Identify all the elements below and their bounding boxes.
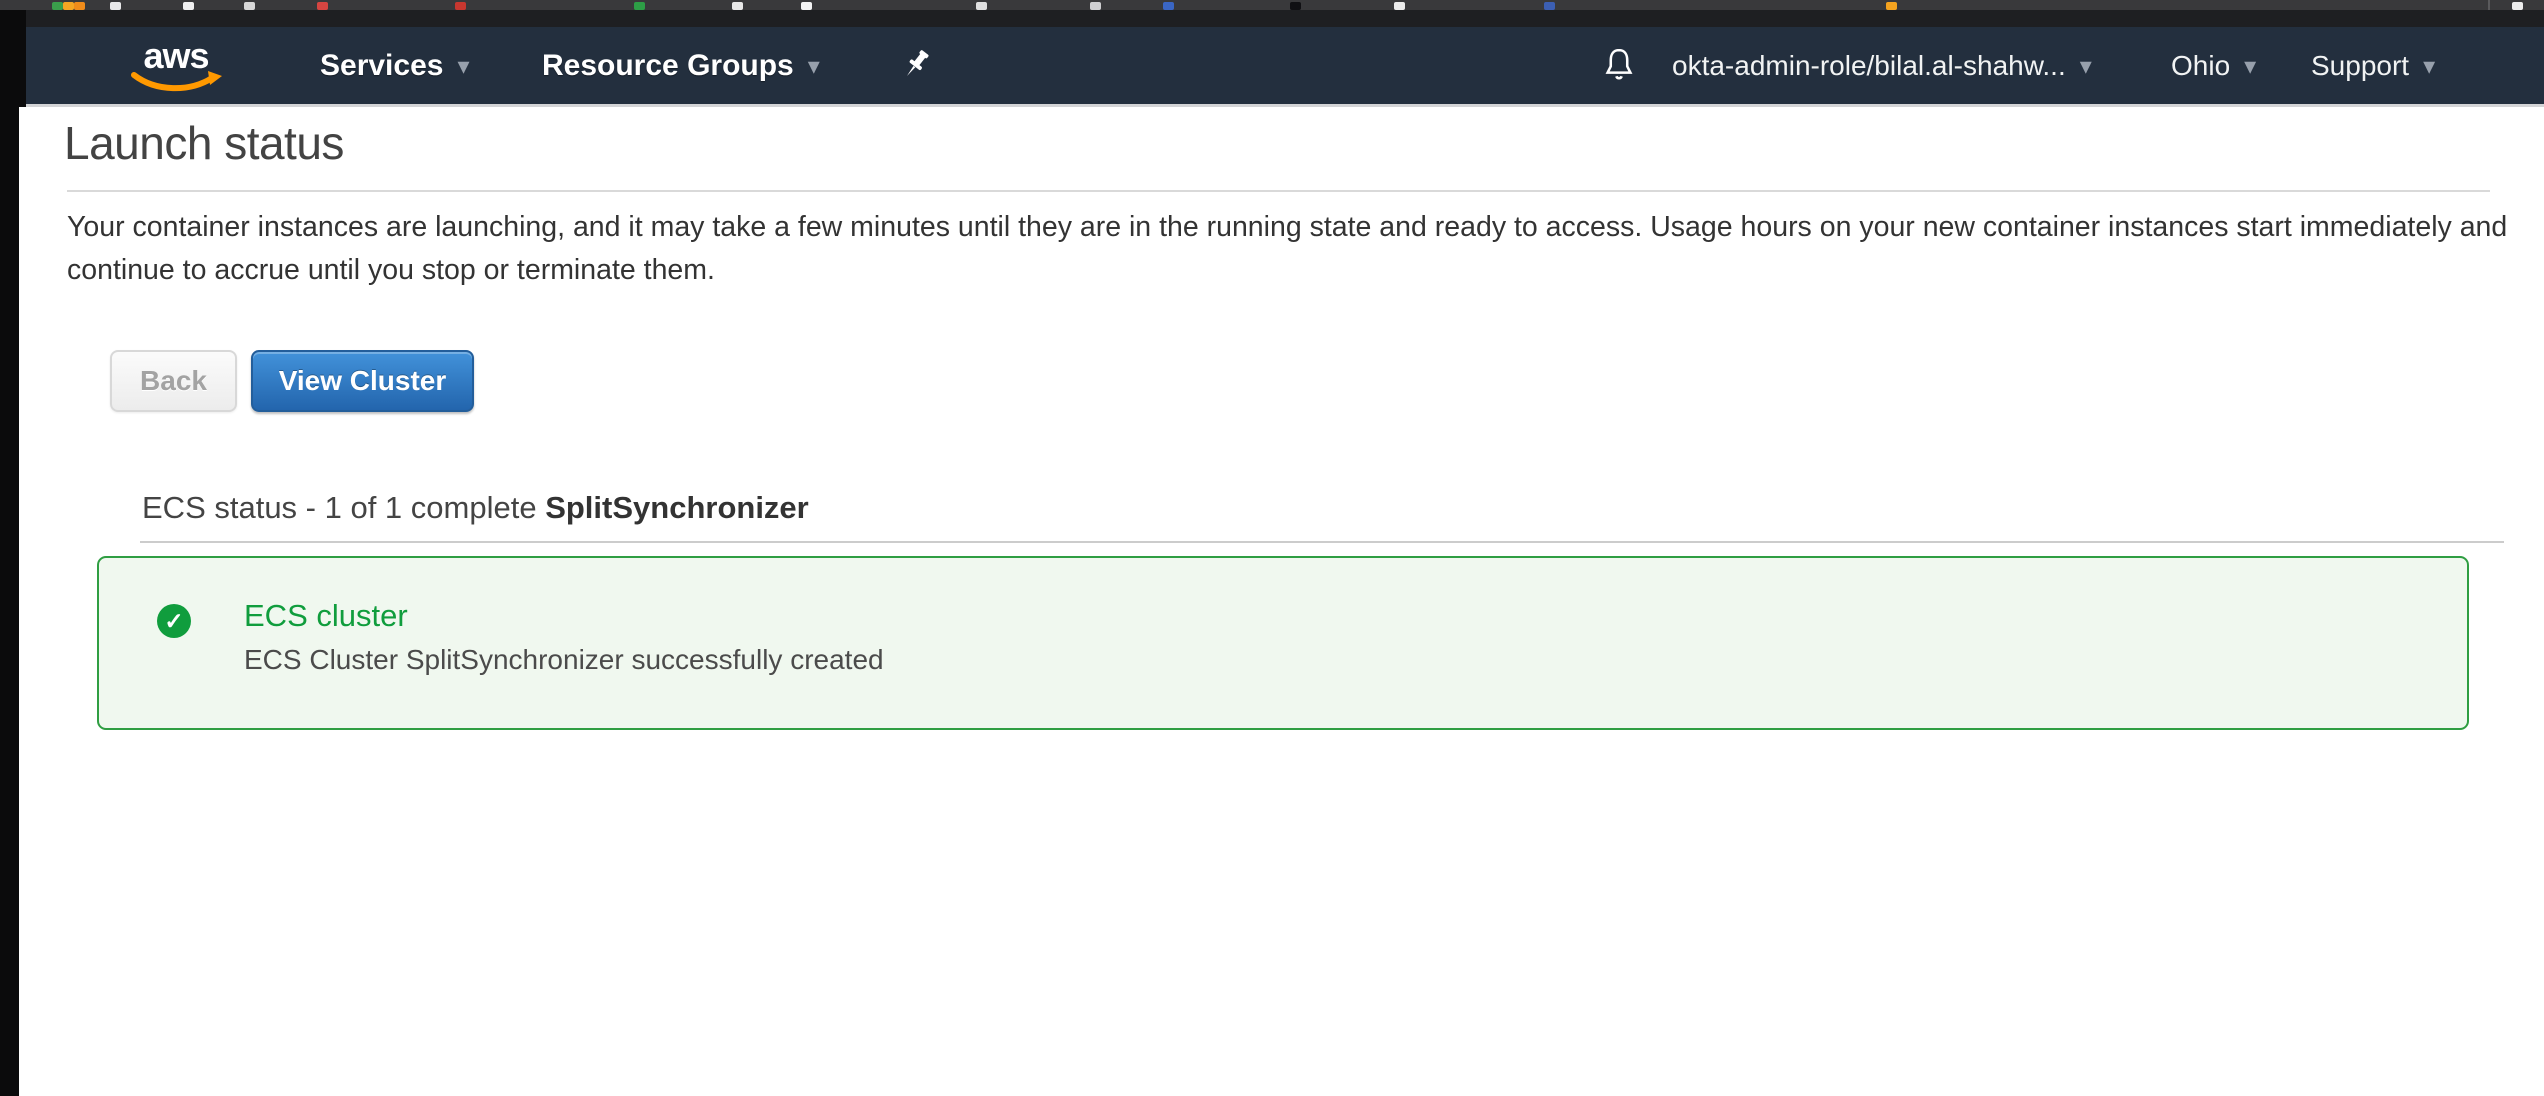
- ecs-cluster-success-panel: ✓ ECS cluster ECS Cluster SplitSynchroni…: [97, 556, 2469, 730]
- browser-bookmarks-strip: [0, 0, 2544, 10]
- caret-down-icon: [2423, 51, 2435, 80]
- favicon-fragment: [317, 2, 328, 10]
- favicon-fragment: [976, 2, 987, 10]
- caret-down-icon: [808, 51, 820, 80]
- desktop-edge: [0, 107, 19, 1096]
- nav-support-label: Support: [2311, 50, 2409, 82]
- ecs-cluster-name: SplitSynchronizer: [545, 490, 809, 525]
- nav-services-label: Services: [320, 49, 443, 83]
- page-title: Launch status: [64, 116, 344, 170]
- nav-services-menu[interactable]: Services: [320, 27, 470, 104]
- notifications-bell-icon[interactable]: [1600, 27, 1638, 104]
- success-panel-message: ECS Cluster SplitSynchronizer successful…: [244, 644, 884, 676]
- caret-down-icon: [2244, 51, 2256, 80]
- favicon-fragment: [1544, 2, 1555, 10]
- caret-down-icon: [2080, 51, 2092, 80]
- ecs-status-prefix: ECS status - 1 of 1 complete: [142, 490, 545, 525]
- favicon-fragment: [183, 2, 194, 10]
- aws-logo[interactable]: aws: [128, 39, 224, 101]
- favicon-fragment: [74, 2, 85, 10]
- nav-support-menu[interactable]: Support: [2311, 27, 2435, 104]
- favicon-fragment: [110, 2, 121, 10]
- desktop-edge: [0, 10, 26, 107]
- launch-status-description: Your container instances are launching, …: [67, 206, 2533, 292]
- browser-tab-band: [0, 10, 2544, 27]
- pushpin-icon[interactable]: [900, 27, 934, 104]
- favicon-fragment: [1886, 2, 1897, 10]
- nav-account-label: okta-admin-role/bilal.al-shahw...: [1672, 50, 2066, 82]
- bookmarks-divider: [2488, 0, 2490, 10]
- favicon-fragment: [63, 2, 74, 10]
- favicon-fragment: [2512, 2, 2523, 10]
- caret-down-icon: [457, 51, 469, 80]
- ecs-status-heading: ECS status - 1 of 1 complete SplitSynchr…: [142, 490, 809, 526]
- favicon-fragment: [732, 2, 743, 10]
- favicon-fragment: [455, 2, 466, 10]
- aws-logo-text: aws: [128, 39, 224, 73]
- favicon-fragment: [1290, 2, 1301, 10]
- nav-account-menu[interactable]: okta-admin-role/bilal.al-shahw...: [1672, 27, 2092, 104]
- nav-region-menu[interactable]: Ohio: [2171, 27, 2256, 104]
- nav-resource-groups-label: Resource Groups: [542, 49, 794, 83]
- success-check-icon: ✓: [157, 604, 191, 638]
- favicon-fragment: [1090, 2, 1101, 10]
- status-divider: [140, 541, 2504, 543]
- favicon-fragment: [52, 2, 63, 10]
- favicon-fragment: [801, 2, 812, 10]
- favicon-fragment: [1163, 2, 1174, 10]
- favicon-fragment: [244, 2, 255, 10]
- view-cluster-button[interactable]: View Cluster: [251, 350, 474, 412]
- back-button[interactable]: Back: [110, 350, 237, 412]
- title-divider: [67, 190, 2490, 192]
- nav-resource-groups-menu[interactable]: Resource Groups: [542, 27, 820, 104]
- favicon-fragment: [1394, 2, 1405, 10]
- success-panel-title: ECS cluster: [244, 598, 408, 634]
- aws-navbar: aws Services Resource Groups okta-a: [26, 27, 2544, 107]
- favicon-fragment: [634, 2, 645, 10]
- action-buttons-row: Back View Cluster: [110, 350, 474, 412]
- nav-region-label: Ohio: [2171, 50, 2230, 82]
